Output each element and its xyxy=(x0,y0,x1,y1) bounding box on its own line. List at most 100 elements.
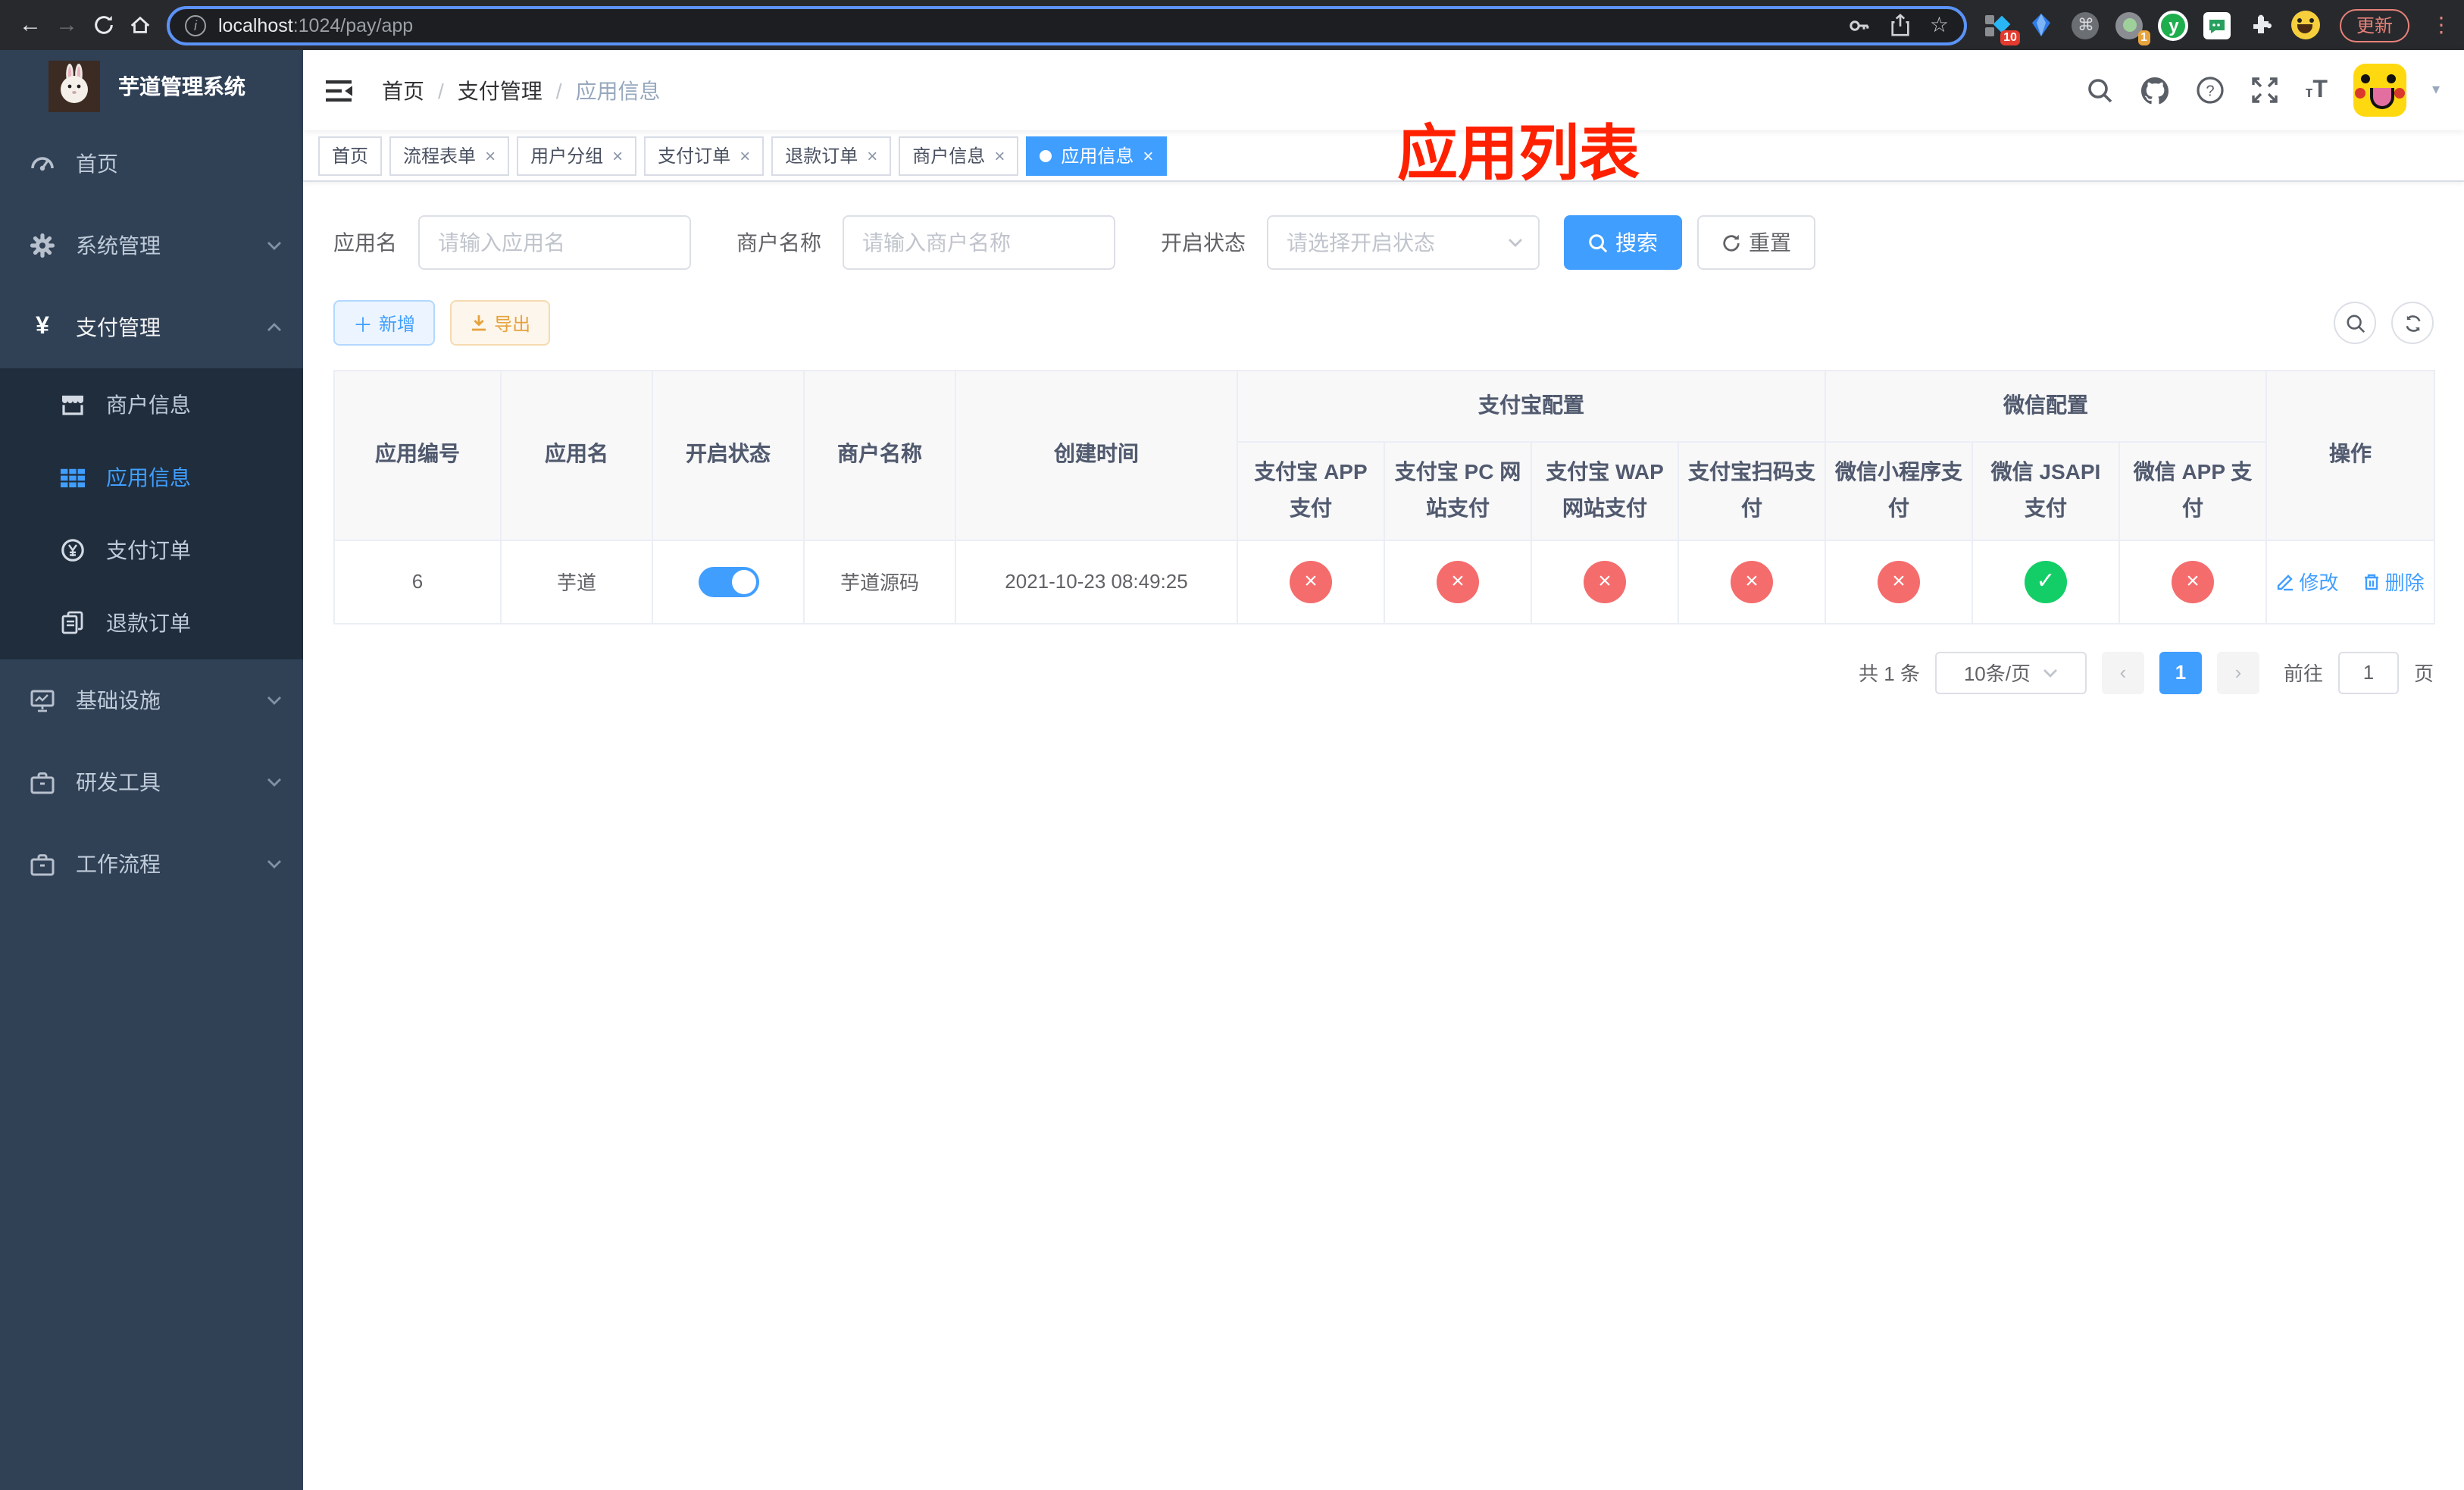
close-icon[interactable]: × xyxy=(994,145,1005,166)
github-icon[interactable] xyxy=(2140,75,2171,105)
blocks-extension-icon[interactable]: 10 xyxy=(1982,9,2020,45)
close-icon[interactable]: × xyxy=(740,145,750,166)
prev-page-button[interactable]: ‹ xyxy=(2101,651,2144,694)
delete-link[interactable]: 删除 xyxy=(2362,567,2425,596)
sidebar-item-infrastructure[interactable]: 基础设施 xyxy=(0,659,303,741)
sidebar-item-merchant-info[interactable]: 商户信息 xyxy=(0,368,303,441)
sidebar-item-refund-order[interactable]: 退款订单 xyxy=(0,587,303,659)
tab-app-info[interactable]: 应用信息 × xyxy=(1026,136,1168,175)
sidebar-item-label: 商户信息 xyxy=(106,393,191,417)
col-app-id: 应用编号 xyxy=(333,370,502,541)
col-wx-app: 微信 APP 支付 xyxy=(2118,441,2267,541)
sidebar-item-app-info[interactable]: 应用信息 xyxy=(0,441,303,514)
pagination-total: 共 1 条 xyxy=(1859,662,1920,686)
close-icon[interactable]: × xyxy=(612,145,623,166)
browser-reload-icon[interactable] xyxy=(85,7,121,43)
search-button[interactable]: 搜索 xyxy=(1564,215,1682,270)
sidebar-item-label: 退款订单 xyxy=(106,611,191,635)
col-create-time: 创建时间 xyxy=(955,370,1238,541)
command-extension-icon[interactable]: ⌘ xyxy=(2070,9,2102,41)
breadcrumb-home[interactable]: 首页 xyxy=(382,75,424,105)
puzzle-extensions-icon[interactable] xyxy=(2246,9,2278,41)
fullscreen-icon[interactable] xyxy=(2251,76,2280,105)
emoji-extension-icon[interactable] xyxy=(2290,9,2322,41)
chevron-up-icon xyxy=(267,323,282,332)
app-name-input[interactable] xyxy=(418,215,691,270)
sidebar-item-pay-order[interactable]: 支付订单 xyxy=(0,514,303,587)
col-wx-mini: 微信小程序支付 xyxy=(1825,441,1973,541)
sidebar-item-home[interactable]: 首页 xyxy=(0,123,303,205)
avatar[interactable] xyxy=(2353,64,2406,117)
balloon-extension-icon[interactable] xyxy=(2026,9,2058,41)
chat-extension-icon[interactable] xyxy=(2202,9,2234,41)
search-icon[interactable] xyxy=(2087,77,2115,104)
sidebar-item-dev-tools[interactable]: 研发工具 xyxy=(0,741,303,823)
browser-forward-icon[interactable]: → xyxy=(48,7,85,43)
sidebar-item-payment[interactable]: ¥ 支付管理 xyxy=(0,286,303,368)
alipay-pc-status-icon: × xyxy=(1437,560,1479,603)
goto-page-input[interactable] xyxy=(2337,651,2399,694)
browser-menu-icon[interactable]: ⋮ xyxy=(2431,12,2452,38)
top-navbar: 首页 / 支付管理 / 应用信息 ? тT ▾ xyxy=(303,50,2464,130)
tab-refund-order[interactable]: 退款订单 × xyxy=(771,136,892,175)
tab-merchant-info[interactable]: 商户信息 × xyxy=(899,136,1019,175)
tab-pay-order[interactable]: 支付订单 × xyxy=(644,136,765,175)
cell-merchant: 芋道源码 xyxy=(803,539,956,624)
filter-form: 应用名 商户名称 开启状态 请选择开启状态 搜索 重置 xyxy=(333,215,2434,270)
close-icon[interactable]: × xyxy=(1143,145,1153,166)
tags-view-bar: 首页 流程表单 × 用户分组 × 支付订单 × 退款订单 × 商户信息 × 应用信息 × xyxy=(303,130,2464,182)
password-key-icon[interactable] xyxy=(1848,13,1872,37)
app-logo[interactable]: 芋道管理系统 xyxy=(0,50,303,123)
url-text[interactable]: localhost:1024/pay/app xyxy=(218,14,1848,36)
browser-update-button[interactable]: 更新 xyxy=(2339,8,2409,42)
yudao-extension-icon[interactable]: y xyxy=(2158,9,2190,41)
grid-icon xyxy=(61,465,85,490)
tab-process-form[interactable]: 流程表单 × xyxy=(389,136,510,175)
breadcrumb: 首页 / 支付管理 / 应用信息 xyxy=(382,75,661,105)
site-info-icon[interactable]: i xyxy=(185,14,206,36)
payment-submenu: 商户信息 应用信息 支付订单 退款订单 xyxy=(0,368,303,659)
share-icon[interactable] xyxy=(1890,14,1912,36)
close-icon[interactable]: × xyxy=(485,145,496,166)
tray-extension-icon[interactable]: 1 xyxy=(2114,9,2150,45)
chevron-down-icon[interactable]: ▾ xyxy=(2432,82,2440,99)
page-1-button[interactable]: 1 xyxy=(2159,651,2202,694)
toggle-search-button[interactable] xyxy=(2334,302,2376,344)
tab-home[interactable]: 首页 xyxy=(318,136,383,175)
refresh-table-button[interactable] xyxy=(2391,302,2434,344)
app-window: ← → i localhost:1024/pay/app ☆ 10 ⌘ 1 y … xyxy=(0,0,2464,1490)
sidebar-item-workflow[interactable]: 工作流程 xyxy=(0,823,303,905)
url-bar[interactable]: i localhost:1024/pay/app ☆ xyxy=(167,5,1967,45)
cell-app-name: 芋道 xyxy=(500,539,653,624)
refresh-icon xyxy=(2405,315,2420,331)
merchant-name-label: 商户名称 xyxy=(736,230,821,255)
chevron-down-icon xyxy=(267,696,282,705)
sidebar-fold-icon[interactable] xyxy=(318,69,361,111)
font-size-icon[interactable]: тT xyxy=(2306,77,2328,104)
status-select[interactable]: 请选择开启状态 xyxy=(1267,215,1540,270)
browser-home-icon[interactable] xyxy=(121,7,158,43)
edit-link[interactable]: 修改 xyxy=(2276,567,2338,596)
close-icon[interactable]: × xyxy=(867,145,877,166)
breadcrumb-payment[interactable]: 支付管理 xyxy=(458,75,543,105)
col-app-name: 应用名 xyxy=(500,370,653,541)
add-button[interactable]: ＋ 新增 xyxy=(333,300,436,346)
table-row: 6 芋道 芋道源码 2021-10-23 08:49:25 × × × × × … xyxy=(333,539,2435,624)
dashboard-icon xyxy=(30,152,55,176)
bookmark-star-icon[interactable]: ☆ xyxy=(1930,12,1949,38)
export-button[interactable]: 导出 xyxy=(450,300,551,346)
col-group-alipay: 支付宝配置 xyxy=(1237,370,1826,443)
cell-create-time: 2021-10-23 08:49:25 xyxy=(955,539,1238,624)
next-page-button[interactable]: › xyxy=(2216,651,2259,694)
reset-button[interactable]: 重置 xyxy=(1697,215,1815,270)
merchant-name-input[interactable] xyxy=(843,215,1115,270)
status-toggle[interactable] xyxy=(698,566,758,597)
sidebar-item-label: 应用信息 xyxy=(106,465,191,490)
app-title: 芋道管理系统 xyxy=(118,74,245,99)
browser-back-icon[interactable]: ← xyxy=(12,7,48,43)
help-icon[interactable]: ? xyxy=(2197,76,2225,105)
page-size-select[interactable]: 10条/页 xyxy=(1934,651,2087,694)
tab-user-group[interactable]: 用户分组 × xyxy=(517,136,637,175)
sidebar-item-label: 工作流程 xyxy=(76,852,161,876)
sidebar-item-system[interactable]: 系统管理 xyxy=(0,205,303,286)
